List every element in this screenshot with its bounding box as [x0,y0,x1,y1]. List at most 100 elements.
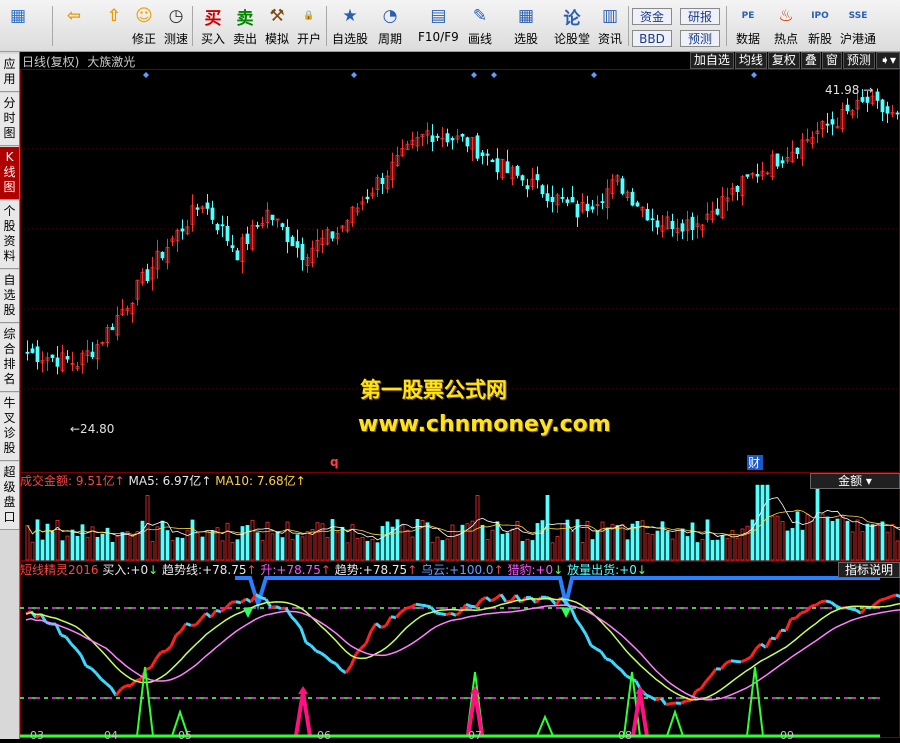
sidebar-item-watchlist[interactable]: 自选股 [0,270,19,323]
candle-body [586,204,589,210]
down-arrow-icon: ↓ [553,563,563,577]
oscillator-segment [226,602,231,607]
oscillator-segment [136,679,141,680]
oscillator-segment [311,645,316,650]
oscillator-segment [896,595,900,597]
sidebar-item-apps[interactable]: 应用 [0,54,19,92]
toolbar-separator [628,6,629,46]
cloud-value: +100.0 [449,563,493,577]
candle-body [431,136,434,142]
sidebar-item-diagnosis[interactable]: 牛叉诊股 [0,393,19,461]
simulate-button[interactable]: ⚒模拟 [263,3,291,49]
fix-button[interactable]: ☺修正 [130,3,158,49]
draw-button[interactable]: ✎画线 [466,3,494,49]
oscillator-segment [726,661,731,663]
volume-bar [196,533,199,560]
home-button[interactable]: ▦ [4,3,32,49]
volume-bar [46,524,49,560]
draw-button-label: 画线 [468,30,492,47]
forum-button[interactable]: 论论股堂 [554,3,590,49]
pick-stock-button[interactable]: ▦选股 [512,3,540,49]
volume-bar [396,520,399,560]
candle-body [636,203,639,206]
oscillator-segment [86,666,91,668]
volume-bar [176,538,179,560]
candle-body [601,202,604,203]
chart-menu-icon[interactable]: ➧▾ [876,52,900,69]
event-marker-icon [351,72,357,78]
oscillator-segment [886,597,891,599]
sell-button[interactable]: 卖卖出 [231,3,259,49]
candle-body [31,349,34,353]
x-axis-label: 03 [30,729,44,739]
forecast-button[interactable]: 预测 [680,30,720,47]
up-button[interactable]: ⇧ [100,3,128,49]
candle-body [271,215,274,219]
volume-bar [416,519,419,560]
candle-body [366,197,369,199]
data-button[interactable]: PE数据 [734,3,762,49]
indicator-help-button[interactable]: 指标说明 [838,562,900,578]
news-icon: ▥ [596,3,624,29]
candle-body [26,352,29,353]
chart-btn-4[interactable]: 窗 [822,52,842,69]
open-account-button[interactable]: 🔒开户 [295,3,323,49]
chart-btn-1[interactable]: 均线 [735,52,767,69]
volume-bar [346,543,349,560]
oscillator-segment [621,670,626,676]
trend-label: 趋势线: [162,563,202,577]
capital-button[interactable]: 资金 [632,8,672,25]
candle-body [301,244,304,259]
candle-body [296,242,299,248]
volume-bar [361,537,364,560]
sidebar-item-intraday[interactable]: 分时图 [0,93,19,146]
volume-bar [816,485,819,560]
bbd-button[interactable]: BBD [632,30,672,47]
volume-out-label: 放量出货: [567,563,619,577]
buy-button[interactable]: 买买入 [199,3,227,49]
new-stock-button[interactable]: IPO新股 [806,3,834,49]
indicator-name[interactable]: 短线精灵2016 [20,563,99,577]
chart-btn-0[interactable]: 加自选 [690,52,734,69]
news-button[interactable]: ▥资讯 [596,3,624,49]
candle-body [876,92,879,100]
candle-body [466,138,469,146]
volume-bar [626,540,629,560]
event-marker-icon [591,72,597,78]
period-label[interactable]: 日线(复权) [22,55,79,69]
oscillator-segment [306,643,311,646]
oscillator-segment [741,660,746,662]
chart-btn-2[interactable]: 复权 [768,52,800,69]
research-button[interactable]: 研报 [680,8,720,25]
simulate-icon: ⚒ [263,3,291,29]
volume-bar [341,527,344,560]
oscillator-segment [571,608,576,620]
oscillator-segment [486,597,491,601]
hk-connect-button[interactable]: SSE沪港通 [840,3,876,49]
f10-button[interactable]: ▤F10/F9 [418,3,459,49]
period-button[interactable]: ◔周期 [376,3,404,49]
volume-value: 9.51亿 [76,474,115,488]
chart-btn-5[interactable]: 预测 [843,52,875,69]
rise-value: +78.75 [276,563,320,577]
chart-btn-3[interactable]: 叠 [801,52,821,69]
volume-dropdown[interactable]: 金额 ▾ [810,473,900,489]
watchlist-button[interactable]: ★自选股 [332,3,368,49]
sidebar-item-level2[interactable]: 超级盘口 [0,462,19,530]
hot-button[interactable]: ♨热点 [772,3,800,49]
volume-bar [666,532,669,560]
oscillator-segment [811,605,816,606]
candle-body [571,197,574,202]
buy-label: 买入: [102,563,130,577]
sidebar-item-profile[interactable]: 个股资料 [0,201,19,269]
speed-button[interactable]: ◷测速 [162,3,190,49]
volume-bar [526,539,529,560]
x-axis-label: 05 [178,729,192,739]
sidebar-item-kline[interactable]: K线图 [0,147,19,200]
back-button[interactable]: ⇦ [60,3,88,49]
oscillator-segment [366,631,371,644]
sidebar-item-ranking[interactable]: 综合排名 [0,324,19,392]
oscillator-segment [646,695,651,697]
oscillator-segment [341,670,346,673]
candle-body [541,186,544,194]
